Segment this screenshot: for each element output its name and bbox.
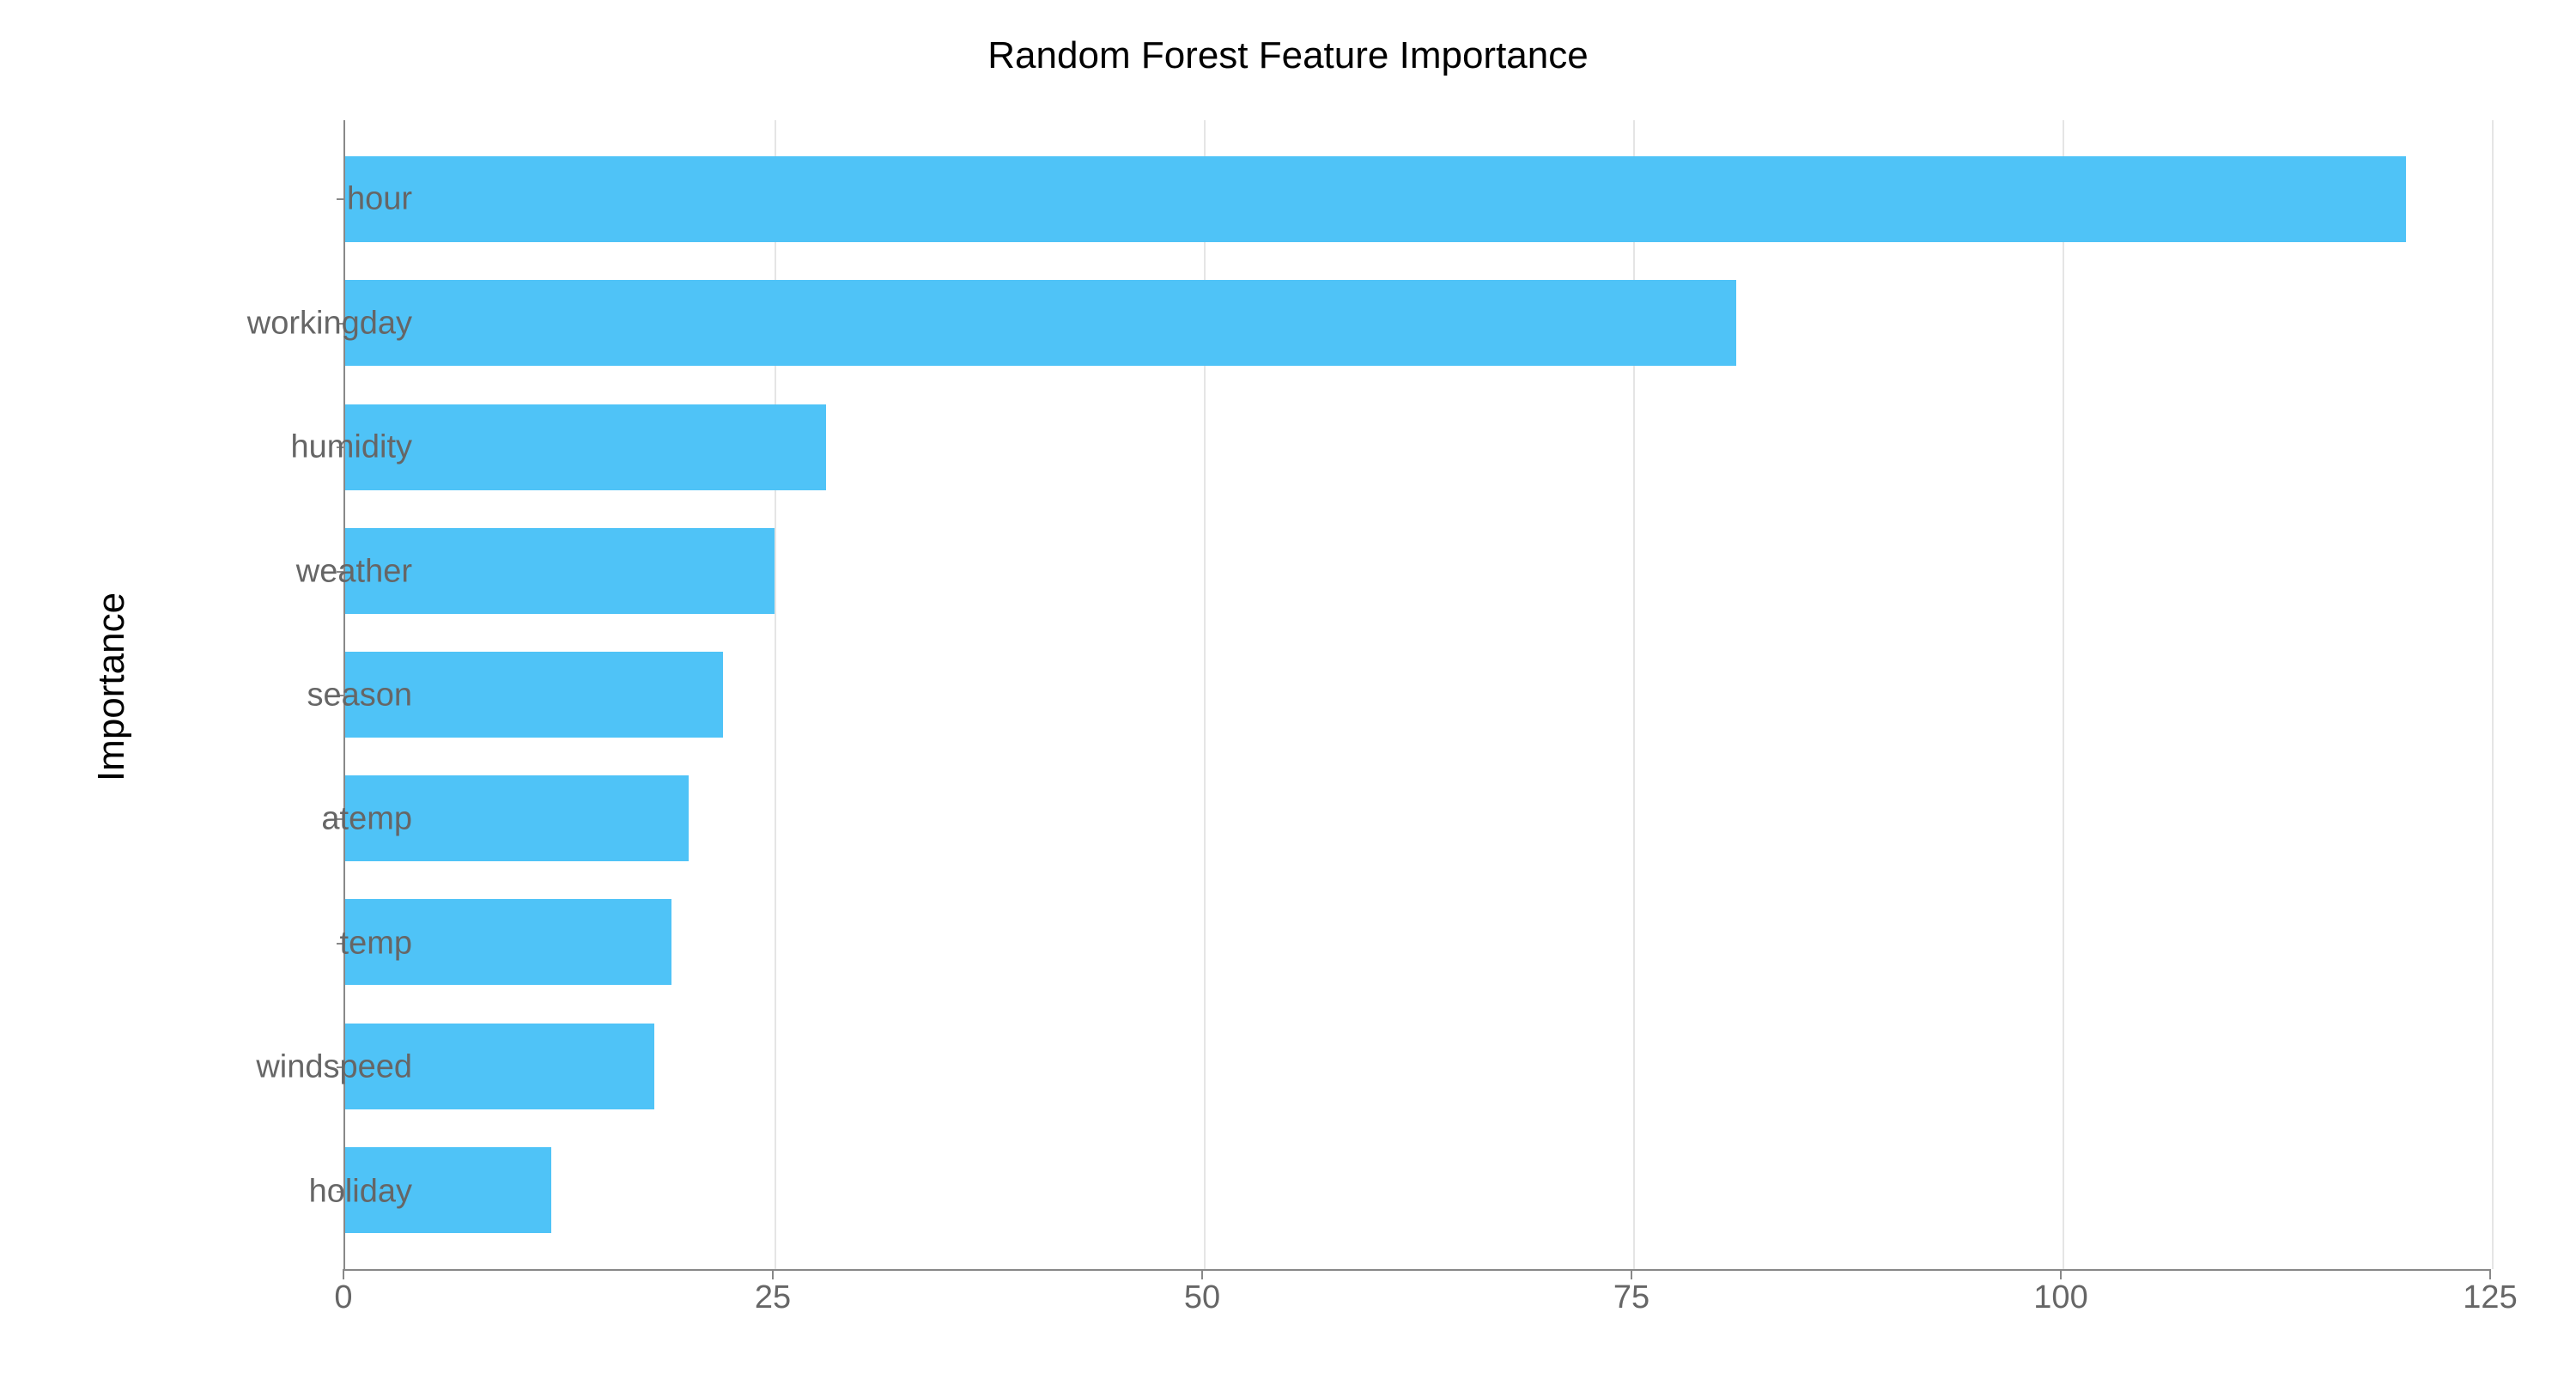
x-tick-label: 100	[2033, 1279, 2087, 1316]
bar-row	[345, 1147, 2490, 1233]
y-tick-label: weather	[155, 553, 412, 590]
x-tick-mark	[2060, 1269, 2062, 1279]
bar	[345, 280, 1736, 366]
y-tick-label: hour	[155, 181, 412, 218]
bar-row	[345, 280, 2490, 366]
x-tick-label: 25	[755, 1279, 791, 1316]
bar-row	[345, 899, 2490, 985]
x-tick-mark	[772, 1269, 774, 1279]
y-tick-label: humidity	[155, 429, 412, 466]
bars-group	[345, 120, 2490, 1269]
bar-row	[345, 652, 2490, 738]
x-tick-mark	[1201, 1269, 1203, 1279]
x-tick-mark	[2489, 1269, 2491, 1279]
chart-container: Random Forest Feature Importance Importa…	[0, 0, 2576, 1373]
x-tick-label: 75	[1613, 1279, 1649, 1316]
chart-title: Random Forest Feature Importance	[0, 34, 2576, 77]
x-tick-label: 125	[2463, 1279, 2517, 1316]
y-tick-label: windspeed	[155, 1049, 412, 1086]
y-tick-label: workingday	[155, 305, 412, 342]
y-tick-label: holiday	[155, 1173, 412, 1210]
bar-row	[345, 404, 2490, 490]
x-tick-mark	[343, 1269, 344, 1279]
x-tick-mark	[1631, 1269, 1632, 1279]
y-tick-label: season	[155, 677, 412, 714]
bar	[345, 156, 2406, 242]
bar-row	[345, 1024, 2490, 1109]
y-axis-label: Importance	[90, 592, 133, 781]
y-tick-label: temp	[155, 925, 412, 962]
bar-row	[345, 775, 2490, 861]
gridline	[2492, 120, 2494, 1269]
bar	[345, 404, 826, 490]
y-tick-label: atemp	[155, 801, 412, 838]
x-tick-label: 50	[1184, 1279, 1220, 1316]
bar-row	[345, 156, 2490, 242]
bar-row	[345, 528, 2490, 614]
x-tick-label: 0	[334, 1279, 352, 1316]
plot-area	[343, 120, 2490, 1271]
